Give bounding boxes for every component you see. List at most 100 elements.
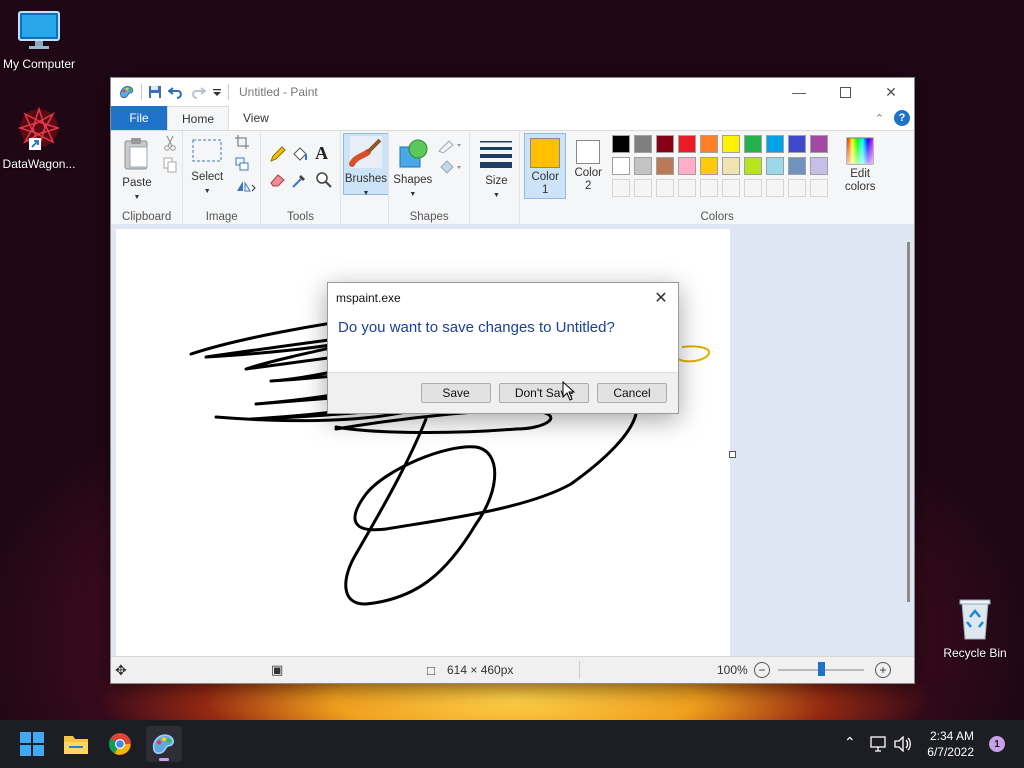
color1-button[interactable]: Color 1: [524, 133, 567, 199]
shape-fill-icon[interactable]: [437, 159, 463, 175]
notification-badge[interactable]: 1: [989, 736, 1005, 752]
maximize-icon: [839, 86, 851, 98]
palette-color-swatch[interactable]: [766, 157, 785, 175]
paste-button[interactable]: Paste ▼: [119, 137, 155, 202]
clock-date: 6/7/2022: [927, 745, 974, 759]
custom-color-slot[interactable]: [766, 179, 785, 197]
custom-color-slot[interactable]: [744, 179, 763, 197]
paste-icon: [124, 138, 148, 170]
palette-color-swatch[interactable]: [766, 135, 785, 153]
size-button[interactable]: Size ▼: [478, 137, 514, 200]
edit-colors-button[interactable]: Edit colors: [838, 137, 882, 194]
color-picker-icon[interactable]: [291, 171, 309, 189]
brush-icon: [348, 136, 382, 168]
tab-file[interactable]: File: [111, 106, 167, 130]
save-icon[interactable]: [148, 85, 162, 99]
palette-color-swatch[interactable]: [744, 157, 763, 175]
cancel-button[interactable]: Cancel: [597, 383, 667, 403]
palette-color-swatch[interactable]: [678, 157, 697, 175]
palette-color-swatch[interactable]: [700, 157, 719, 175]
start-button[interactable]: [14, 726, 50, 762]
copy-icon[interactable]: [163, 157, 177, 173]
palette-color-swatch[interactable]: [678, 135, 697, 153]
volume-icon[interactable]: [894, 736, 912, 752]
taskbar-clock[interactable]: 2:34 AM 6/7/2022: [927, 728, 974, 760]
zoom-level: 100%: [717, 663, 748, 677]
close-button[interactable]: ✕: [868, 78, 914, 106]
custom-color-slot[interactable]: [700, 179, 719, 197]
redo-icon[interactable]: [190, 85, 206, 99]
zoom-out-button[interactable]: −: [754, 662, 770, 678]
resize-icon[interactable]: [235, 157, 249, 171]
maximize-button[interactable]: [822, 78, 868, 106]
fill-icon[interactable]: [291, 145, 309, 163]
help-button[interactable]: ?: [894, 110, 910, 126]
custom-color-slot[interactable]: [656, 179, 675, 197]
palette-color-swatch[interactable]: [634, 157, 653, 175]
taskbar-paint[interactable]: [146, 726, 182, 762]
zoom-in-button[interactable]: +: [875, 662, 891, 678]
palette-color-swatch[interactable]: [810, 135, 829, 153]
custom-color-slot[interactable]: [678, 179, 697, 197]
dialog-footer: Save Don't Save Cancel: [328, 372, 678, 413]
network-icon[interactable]: [869, 736, 887, 752]
size-icon: [480, 141, 513, 168]
custom-color-slot[interactable]: [634, 179, 653, 197]
crop-icon[interactable]: [235, 135, 250, 149]
color2-button[interactable]: Color 2: [568, 133, 608, 197]
undo-icon[interactable]: [168, 85, 184, 99]
palette-color-swatch[interactable]: [722, 135, 741, 153]
dialog-close-button[interactable]: ✕: [650, 288, 672, 308]
datawagon-icon: [17, 106, 61, 150]
eraser-icon[interactable]: [269, 171, 287, 187]
tab-home[interactable]: Home: [167, 106, 230, 130]
desktop-icon-my-computer[interactable]: My Computer: [0, 10, 81, 71]
palette-color-swatch[interactable]: [788, 157, 807, 175]
desktop-icon-recycle-bin[interactable]: Recycle Bin: [933, 597, 1017, 660]
show-hidden-icons-button[interactable]: ⌃: [844, 734, 856, 751]
pencil-icon[interactable]: [269, 145, 287, 163]
custom-color-slot[interactable]: [612, 179, 631, 197]
group-label-clipboard: Clipboard: [122, 211, 172, 223]
shapes-button[interactable]: Shapes ▼: [393, 137, 433, 199]
save-button[interactable]: Save: [421, 383, 491, 403]
custom-color-slot[interactable]: [788, 179, 807, 197]
dropdown-arrow-icon: ▼: [203, 188, 211, 195]
customize-toolbar-icon[interactable]: [212, 87, 222, 97]
rotate-icon[interactable]: [235, 179, 257, 193]
custom-color-slot[interactable]: [722, 179, 741, 197]
palette-color-swatch[interactable]: [722, 157, 741, 175]
paint-app-icon[interactable]: [119, 84, 135, 100]
color1-label: Color 1: [531, 171, 559, 196]
taskbar-file-explorer[interactable]: [58, 726, 94, 762]
palette-color-swatch[interactable]: [634, 135, 653, 153]
taskbar: ⌃ 2:34 AM 6/7/2022 1: [0, 720, 1024, 768]
palette-color-swatch[interactable]: [700, 135, 719, 153]
palette-color-swatch[interactable]: [744, 135, 763, 153]
outline-icon[interactable]: [437, 137, 463, 153]
palette-color-swatch[interactable]: [612, 157, 631, 175]
palette-color-swatch[interactable]: [656, 135, 675, 153]
magnifier-icon[interactable]: [315, 171, 333, 189]
tab-view[interactable]: View: [229, 106, 283, 130]
vertical-scrollbar[interactable]: [907, 242, 910, 602]
dropdown-arrow-icon: ▼: [133, 194, 141, 201]
custom-color-slot[interactable]: [810, 179, 829, 197]
zoom-slider-thumb[interactable]: [818, 662, 825, 676]
minimize-button[interactable]: —: [776, 78, 822, 106]
palette-color-swatch[interactable]: [612, 135, 631, 153]
palette-color-swatch[interactable]: [810, 157, 829, 175]
text-icon[interactable]: A: [315, 143, 328, 164]
select-button[interactable]: Select ▼: [189, 137, 225, 196]
cut-icon[interactable]: [163, 135, 177, 151]
group-brushes: Brushes ▼: [341, 131, 389, 225]
collapse-ribbon-icon[interactable]: ⌃: [875, 112, 884, 125]
ribbon: Paste ▼ Clipboard Select ▼ Image A Tools…: [111, 131, 914, 226]
palette-color-swatch[interactable]: [656, 157, 675, 175]
brushes-button[interactable]: Brushes ▼: [342, 133, 389, 197]
desktop-icon-datawagon[interactable]: DataWagon...: [0, 106, 81, 171]
size-label: Size: [485, 175, 508, 187]
canvas-resize-handle[interactable]: [729, 451, 736, 458]
taskbar-chrome[interactable]: [102, 726, 138, 762]
palette-color-swatch[interactable]: [788, 135, 807, 153]
